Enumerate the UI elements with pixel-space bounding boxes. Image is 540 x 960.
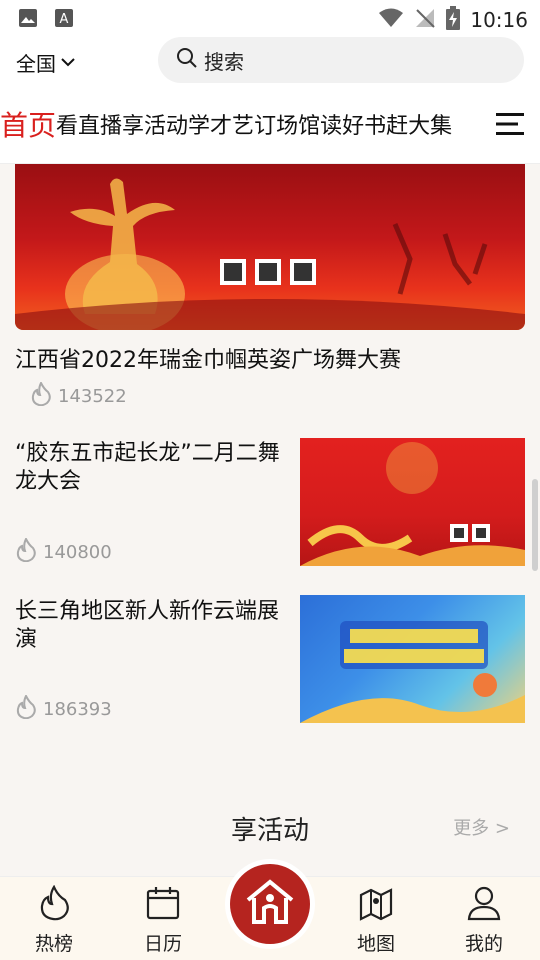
nav-tabs: 首页 看直播 享活动 学才艺 订场馆 读好书 赶大集 [0,108,452,148]
status-time: 10:16 [470,8,528,32]
hero-title[interactable]: 江西省2022年瑞金巾帼英姿广场舞大赛 [15,342,401,374]
tab-venues[interactable]: 订场馆 [254,108,320,148]
card-title[interactable]: 长三角地区新人新作云端展演 [15,598,300,654]
tab-arts[interactable]: 学才艺 [188,108,254,148]
category-nav: 首页 看直播 享活动 学才艺 订场馆 读好书 赶大集 [0,86,540,164]
tab-home[interactable]: 首页 [0,104,56,144]
view-count: 186393 [43,699,112,720]
tab-label: 日历 [143,933,182,955]
battery-charging-icon [446,6,461,34]
flame-icon [30,380,52,411]
tab-market[interactable]: 赶大集 [386,108,452,148]
tab-label: 热榜 [34,933,73,955]
card-image[interactable] [300,438,525,566]
no-signal-icon [414,8,436,32]
tab-map[interactable]: 地图 [336,885,416,956]
map-icon [358,888,394,925]
a-badge-icon: A [54,8,74,32]
user-icon [466,886,502,925]
search-placeholder: 搜索 [204,49,244,74]
tab-books[interactable]: 读好书 [320,108,386,148]
home-button-circle [230,864,310,944]
more-link[interactable]: 更多 > [453,814,510,840]
home-button[interactable] [225,859,315,949]
flame-icon [36,884,72,925]
search-icon [176,47,198,73]
tab-live[interactable]: 看直播 [56,108,122,148]
hero-view-count: 143522 [30,380,127,411]
tab-label: 地图 [356,933,395,955]
header: 全国 搜索 [0,36,540,86]
calendar-icon [145,887,181,925]
view-count: 143522 [58,386,127,407]
tab-activities[interactable]: 享活动 [122,108,188,148]
flame-icon [15,536,37,567]
svg-text:A: A [60,12,69,27]
card-view-count: 186393 [15,693,112,724]
status-bar: A 10:16 [0,0,540,36]
bottom-tab-bar: 热榜 日历 地图 我的 [0,859,540,960]
card-title[interactable]: “胶东五市起长龙”二月二舞龙大会 [15,440,300,496]
flame-icon [15,693,37,724]
tab-profile[interactable]: 我的 [444,885,524,956]
card-view-count: 140800 [15,536,112,567]
menu-icon[interactable] [496,112,524,140]
card-image[interactable] [300,595,525,723]
region-label: 全国 [16,52,56,76]
scrollbar[interactable] [532,479,538,571]
region-selector[interactable]: 全国 [16,48,76,77]
chevron-down-icon [60,51,76,75]
image-icon [18,8,38,32]
feed: 江西省2022年瑞金巾帼英姿广场舞大赛 143522 “胶东五市起长龙”二月二舞… [0,164,540,876]
wifi-icon [378,8,404,32]
tab-hot-list[interactable]: 热榜 [14,884,94,956]
search-input[interactable]: 搜索 [158,37,524,83]
tab-label: 我的 [464,933,503,955]
tab-calendar[interactable]: 日历 [123,885,203,956]
hero-image[interactable] [15,164,525,330]
view-count: 140800 [43,542,112,563]
home-icon [244,876,296,932]
